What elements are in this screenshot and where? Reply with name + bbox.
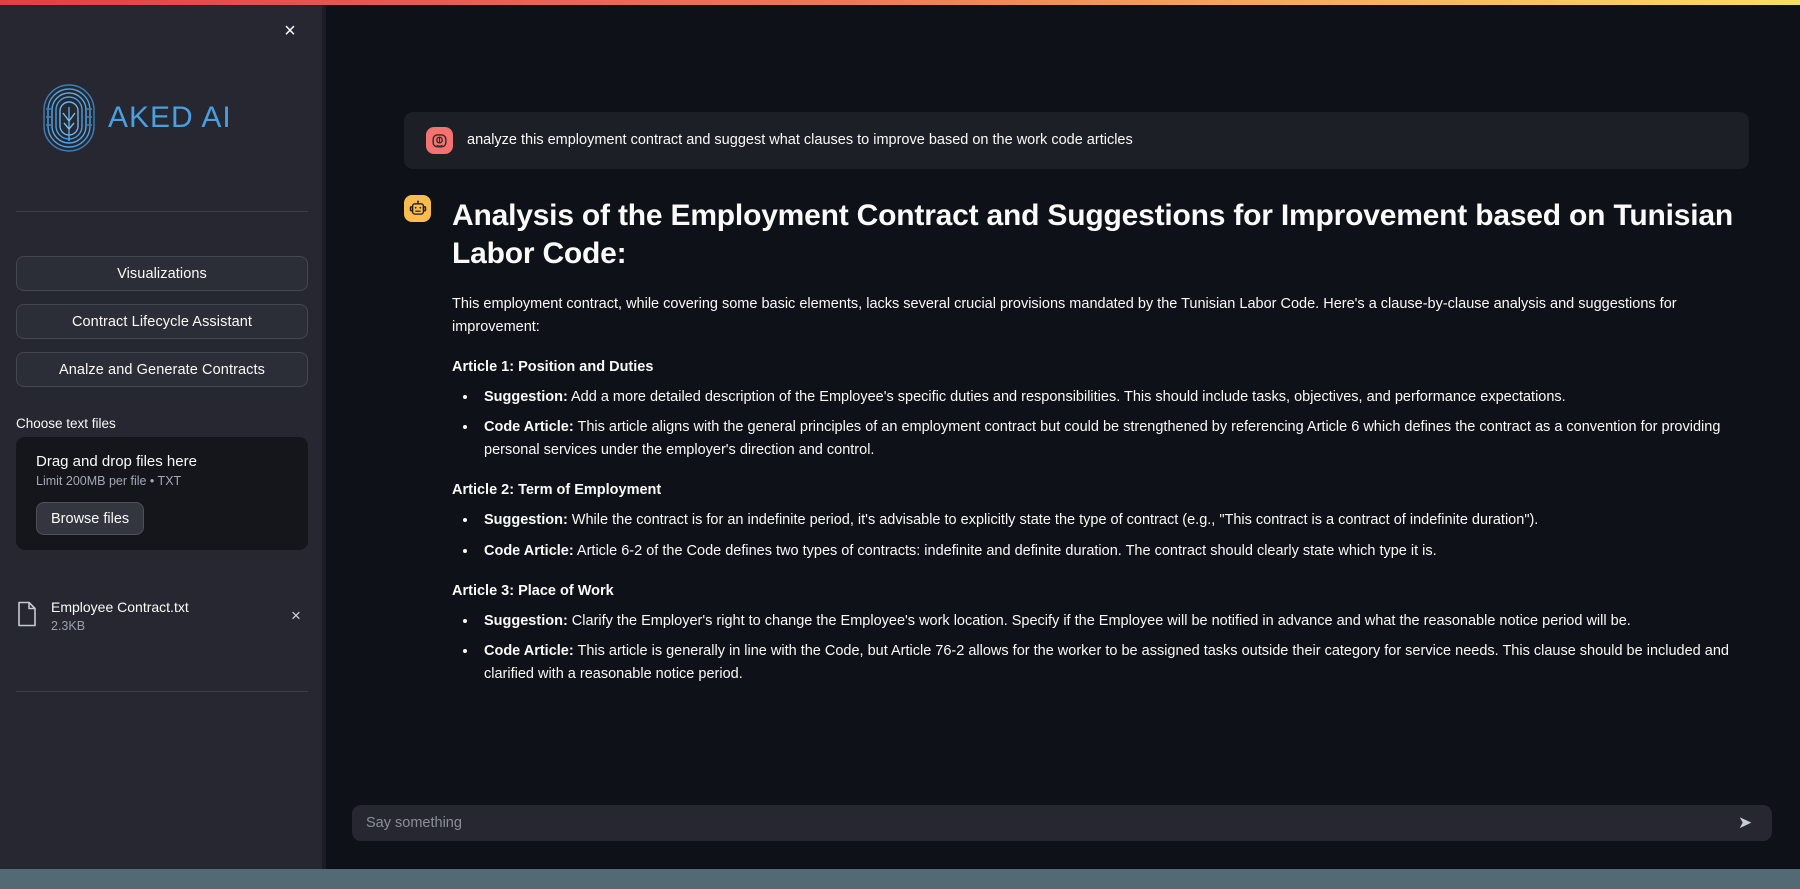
send-icon[interactable]: ➤ (1732, 810, 1758, 836)
item-text: Clarify the Employer's right to change t… (567, 612, 1631, 629)
robot-icon (404, 195, 431, 222)
assistant-avatar-wrap (404, 195, 431, 222)
section-heading-article-1: Article 1: Position and Duties (452, 358, 654, 375)
sidebar-item-analyze-generate-contracts[interactable]: Analze and Generate Contracts (16, 352, 308, 387)
app-root: × AKED AI Visualizations Contract Lifecy… (0, 0, 1800, 889)
fingerprint-icon (42, 83, 96, 153)
section-heading-article-3: Article 3: Place of Work (452, 582, 614, 599)
section-heading-article-2: Article 2: Term of Employment (452, 482, 662, 499)
item-text: Add a more detailed description of the E… (567, 388, 1566, 405)
item-text: This article is generally in line with t… (484, 642, 1729, 683)
item-label: Code Article: (484, 642, 574, 659)
list-item: Code Article: This article is generally … (478, 640, 1764, 686)
remove-file-icon[interactable]: × (284, 604, 308, 628)
file-size: 2.3KB (51, 618, 86, 633)
browse-files-button[interactable]: Browse files (36, 502, 145, 535)
sidebar-divider-bottom (16, 691, 308, 692)
dropzone-limit-text: Limit 200MB per file • TXT (36, 474, 182, 488)
chat-input[interactable] (366, 815, 1732, 831)
assistant-intro-paragraph: This employment contract, while covering… (452, 296, 1677, 335)
list-item: Code Article: This article aligns with t… (478, 416, 1764, 462)
sidebar: × AKED AI Visualizations Contract Lifecy… (0, 5, 324, 869)
file-uploader-label: Choose text files (16, 416, 116, 431)
bottom-status-bar (0, 869, 1800, 889)
file-icon (16, 601, 38, 632)
file-meta: Employee Contract.txt 2.3KB (51, 599, 271, 633)
app-logo: AKED AI (42, 83, 232, 153)
user-message-text: analyze this employment contract and sug… (467, 131, 1133, 148)
assistant-body: Analysis of the Employment Contract and … (452, 197, 1764, 686)
item-text: While the contract is for an indefinite … (567, 512, 1539, 529)
user-message: analyze this employment contract and sug… (404, 112, 1749, 169)
item-text: Article 6-2 of the Code defines two type… (573, 542, 1437, 559)
uploaded-file-item: Employee Contract.txt 2.3KB × (16, 591, 308, 641)
section-list-article-2: Suggestion: While the contract is for an… (452, 509, 1764, 562)
item-label: Suggestion: (484, 612, 568, 629)
page-title: Analysis of the Employment Contract and … (452, 199, 1733, 270)
assistant-message: Analysis of the Employment Contract and … (404, 195, 1764, 693)
chat-input-bar[interactable]: ➤ (352, 805, 1772, 841)
item-label: Suggestion: (484, 388, 568, 405)
main-content: analyze this employment contract and sug… (326, 5, 1800, 869)
sidebar-item-visualizations[interactable]: Visualizations (16, 256, 308, 291)
list-item: Code Article: Article 6-2 of the Code de… (478, 540, 1764, 563)
item-text: This article aligns with the general pri… (484, 419, 1721, 459)
sidebar-nav: Visualizations Contract Lifecycle Assist… (16, 256, 308, 387)
user-avatar-icon (426, 127, 453, 154)
logo-text: AKED AI (108, 101, 232, 134)
close-icon[interactable]: × (277, 18, 303, 44)
item-label: Code Article: (484, 419, 574, 435)
item-label: Suggestion: (484, 512, 568, 529)
list-item: Suggestion: Add a more detailed descript… (478, 386, 1764, 409)
dropzone-title: Drag and drop files here (36, 453, 197, 470)
item-label: Code Article: (484, 542, 574, 559)
file-name: Employee Contract.txt (51, 599, 189, 616)
top-gradient-bar (0, 0, 1800, 5)
sidebar-divider-top (16, 211, 308, 212)
list-item: Suggestion: While the contract is for an… (478, 509, 1764, 532)
section-list-article-3: Suggestion: Clarify the Employer's right… (452, 610, 1764, 687)
list-item: Suggestion: Clarify the Employer's right… (478, 610, 1764, 633)
sidebar-item-contract-lifecycle-assistant[interactable]: Contract Lifecycle Assistant (16, 304, 308, 339)
section-list-article-1: Suggestion: Add a more detailed descript… (452, 386, 1764, 463)
file-dropzone[interactable]: Drag and drop files here Limit 200MB per… (16, 437, 308, 550)
